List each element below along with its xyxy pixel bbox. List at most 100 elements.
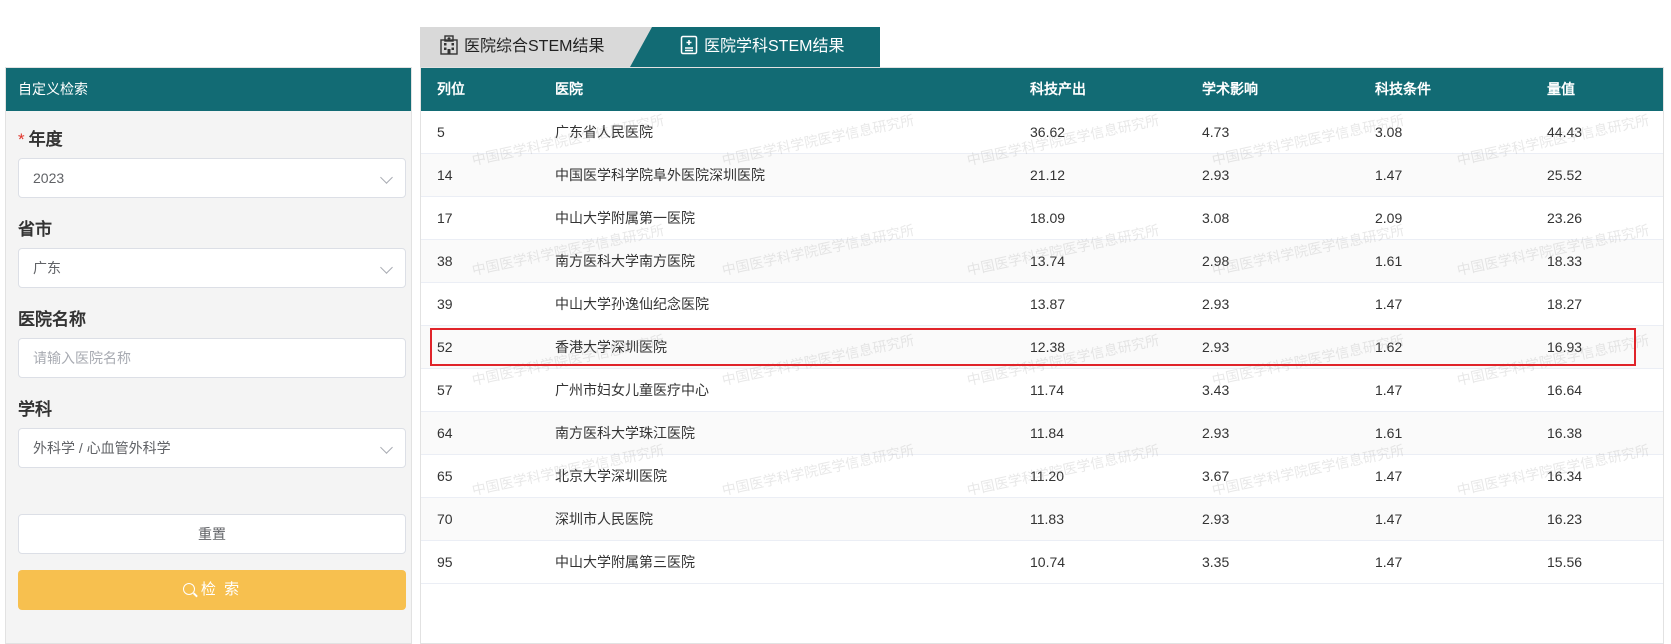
medical-record-icon	[680, 35, 698, 55]
score-cell: 16.93	[1547, 339, 1583, 355]
table-row[interactable]: 64 南方医科大学珠江医院 11.84 2.93 1.61 16.38	[421, 412, 1663, 455]
score-cell: 16.23	[1547, 511, 1583, 527]
column-header-impact[interactable]: 学术影响	[1202, 68, 1258, 111]
rank-cell: 65	[437, 468, 453, 484]
conditions-cell: 1.61	[1375, 425, 1403, 441]
table-row[interactable]: 65 北京大学深圳医院 11.20 3.67 1.47 16.34	[421, 455, 1663, 498]
conditions-cell: 1.61	[1375, 253, 1403, 269]
score-cell: 15.56	[1547, 554, 1583, 570]
hospital-cell: 北京大学深圳医院	[555, 468, 667, 484]
rank-cell: 14	[437, 167, 453, 183]
search-icon	[182, 583, 195, 595]
reset-button[interactable]: 重置	[18, 514, 406, 554]
table-body: 5 广东省人民医院 36.62 4.73 3.08 44.43 14 中国医学科学院阜外医院深…	[421, 111, 1663, 584]
impact-cell: 2.93	[1202, 296, 1230, 312]
output-cell: 18.09	[1030, 210, 1066, 226]
province-select[interactable]: 广东	[18, 248, 406, 288]
table-row[interactable]: 70 深圳市人民医院 11.83 2.93 1.47 16.23	[421, 498, 1663, 541]
hospital-name-label: 医院名称	[18, 310, 86, 329]
conditions-cell: 3.08	[1375, 124, 1403, 140]
output-cell: 11.74	[1030, 382, 1064, 398]
subject-value: 外科学 / 心血管外科学	[33, 440, 171, 456]
tab-label: 医院学科STEM结果	[704, 38, 845, 55]
table-row[interactable]: 57 广州市妇女儿童医疗中心 11.74 3.43 1.47 16.64	[421, 369, 1663, 412]
tab-hospital-subject[interactable]: 医院学科STEM结果	[630, 27, 880, 67]
score-cell: 16.34	[1547, 468, 1583, 484]
column-header-rank[interactable]: 列位	[437, 68, 465, 111]
subject-select[interactable]: 外科学 / 心血管外科学	[18, 428, 406, 468]
search-button-label: 检 索	[200, 581, 242, 598]
chevron-down-icon	[380, 171, 393, 184]
province-label: 省市	[18, 220, 52, 239]
output-cell: 13.87	[1030, 296, 1066, 312]
hospital-cell: 中国医学科学院阜外医院深圳医院	[555, 167, 765, 183]
province-value: 广东	[33, 260, 61, 276]
conditions-cell: 1.47	[1375, 382, 1403, 398]
conditions-cell: 1.47	[1375, 167, 1403, 183]
hospital-cell: 中山大学附属第一医院	[555, 210, 695, 226]
chevron-down-icon	[380, 261, 393, 274]
impact-cell: 3.35	[1202, 554, 1230, 570]
conditions-cell: 1.47	[1375, 511, 1403, 527]
impact-cell: 2.98	[1202, 253, 1230, 269]
year-select[interactable]: 2023	[18, 158, 406, 198]
impact-cell: 2.93	[1202, 511, 1230, 527]
score-cell: 16.38	[1547, 425, 1583, 441]
hospital-cell: 深圳市人民医院	[555, 511, 653, 527]
conditions-cell: 2.09	[1375, 210, 1403, 226]
conditions-cell: 1.47	[1375, 296, 1403, 312]
score-cell: 18.33	[1547, 253, 1583, 269]
hospital-cell: 南方医科大学南方医院	[555, 253, 695, 269]
output-cell: 11.20	[1030, 468, 1064, 484]
column-header-output[interactable]: 科技产出	[1030, 68, 1086, 111]
output-cell: 11.83	[1030, 511, 1064, 527]
conditions-cell: 1.47	[1375, 554, 1403, 570]
impact-cell: 2.93	[1202, 167, 1230, 183]
column-header-hospital[interactable]: 医院	[555, 68, 583, 111]
conditions-cell: 1.62	[1375, 339, 1403, 355]
score-cell: 18.27	[1547, 296, 1583, 312]
table-row[interactable]: 14 中国医学科学院阜外医院深圳医院 21.12 2.93 1.47 25.52	[421, 154, 1663, 197]
table-row[interactable]: 95 中山大学附属第三医院 10.74 3.35 1.47 15.56	[421, 541, 1663, 584]
year-label: * 年度	[18, 130, 63, 149]
table-row[interactable]: 5 广东省人民医院 36.62 4.73 3.08 44.43	[421, 111, 1663, 154]
tab-hospital-overall[interactable]: 医院综合STEM结果	[420, 27, 660, 67]
rank-cell: 57	[437, 382, 453, 398]
panel-title: 自定义检索	[6, 68, 411, 111]
rank-cell: 64	[437, 425, 453, 441]
score-cell: 23.26	[1547, 210, 1583, 226]
output-cell: 10.74	[1030, 554, 1066, 570]
column-header-score[interactable]: 量值	[1547, 68, 1575, 111]
output-cell: 13.74	[1030, 253, 1066, 269]
year-value: 2023	[33, 170, 65, 186]
table-row[interactable]: 39 中山大学孙逸仙纪念医院 13.87 2.93 1.47 18.27	[421, 283, 1663, 326]
output-cell: 11.84	[1030, 425, 1064, 441]
table-header: 列位 医院 科技产出 学术影响 科技条件 量值	[421, 68, 1663, 111]
chevron-down-icon	[380, 441, 393, 454]
results-table: 列位 医院 科技产出 学术影响 科技条件 量值 5 广东省人民医院 36.62 4.7…	[420, 67, 1664, 644]
rank-cell: 38	[437, 253, 453, 269]
output-cell: 21.12	[1030, 167, 1066, 183]
rank-cell: 52	[437, 339, 453, 355]
column-header-conditions[interactable]: 科技条件	[1375, 68, 1431, 111]
hospital-cell: 中山大学附属第三医院	[555, 554, 695, 570]
rank-cell: 17	[437, 210, 453, 226]
subject-label: 学科	[18, 400, 52, 419]
hospital-name-input[interactable]	[18, 338, 406, 378]
hospital-cell: 广州市妇女儿童医疗中心	[555, 382, 709, 398]
impact-cell: 2.93	[1202, 339, 1230, 355]
table-row[interactable]: 52 香港大学深圳医院 12.38 2.93 1.62 16.93	[421, 326, 1663, 369]
score-cell: 25.52	[1547, 167, 1583, 183]
hospital-cell: 南方医科大学珠江医院	[555, 425, 695, 441]
hospital-building-icon	[440, 35, 458, 55]
rank-cell: 5	[437, 124, 445, 140]
table-row[interactable]: 38 南方医科大学南方医院 13.74 2.98 1.61 18.33	[421, 240, 1663, 283]
rank-cell: 95	[437, 554, 453, 570]
table-row[interactable]: 17 中山大学附属第一医院 18.09 3.08 2.09 23.26	[421, 197, 1663, 240]
impact-cell: 3.67	[1202, 468, 1230, 484]
custom-search-panel: 自定义检索 *年度 2023 省市 广东 医院名称 学科 外科学 / 心血管外科…	[5, 67, 412, 644]
hospital-cell: 香港大学深圳医院	[555, 339, 667, 355]
hospital-cell: 广东省人民医院	[555, 124, 653, 140]
score-cell: 44.43	[1547, 124, 1583, 140]
search-button[interactable]: 检 索	[18, 570, 406, 610]
